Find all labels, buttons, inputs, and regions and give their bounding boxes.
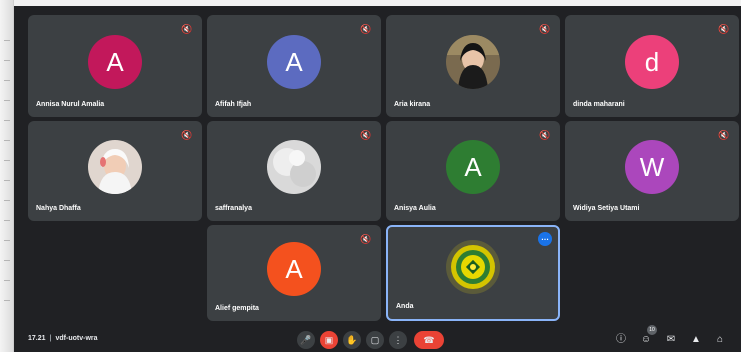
people-count-badge: 10 (647, 325, 657, 335)
participant-tile[interactable]: 🔇 d dinda maharani (565, 15, 739, 117)
page-edge (0, 0, 14, 352)
avatar: A (267, 242, 321, 296)
mic-off-icon: 🔇 (539, 130, 551, 140)
more-options-icon[interactable]: … (538, 232, 552, 246)
present-screen-button[interactable]: ▢ (366, 331, 384, 349)
participant-tile[interactable]: 🔇 A Anisya Aulia (386, 121, 560, 221)
avatar-photo (446, 35, 500, 89)
mic-off-icon: 🔇 (718, 130, 730, 140)
host-controls-icon[interactable]: ⌂ (712, 331, 728, 349)
mic-off-icon: 🔇 (718, 24, 730, 34)
participant-tile[interactable]: 🔇 A Alief gempita (207, 225, 381, 321)
mic-off-icon: 🔇 (181, 24, 193, 34)
raise-hand-button[interactable]: ✋ (343, 331, 361, 349)
mic-toggle-button[interactable]: 🎤 (297, 331, 315, 349)
mic-off-icon: 🔇 (360, 24, 372, 34)
participant-tile[interactable]: 🔇 Nahya Dhaffa (28, 121, 202, 221)
participant-name: Anisya Aulia (394, 205, 436, 212)
participant-name: Anda (396, 303, 414, 310)
self-tile[interactable]: … Anda (386, 225, 560, 321)
avatar-photo (88, 140, 142, 194)
participant-name: Aria kirana (394, 101, 431, 108)
mic-off-icon: 🔇 (181, 130, 193, 140)
avatar: d (625, 35, 679, 89)
participant-grid: 🔇 A Annisa Nurul Amalia 🔇 A Afifah Ifjah… (14, 6, 741, 326)
mic-off-icon: 🔇 (360, 234, 372, 244)
avatar: A (446, 140, 500, 194)
participant-name: dinda maharani (573, 101, 625, 108)
camera-toggle-button[interactable]: ▣ (320, 331, 338, 349)
participant-tile[interactable]: 🔇 W Widiya Setiya Utami (565, 121, 739, 221)
end-call-button[interactable]: ☎ (414, 331, 444, 349)
participant-tile[interactable]: 🔇 saffranalya (207, 121, 381, 221)
activities-icon[interactable]: ▲ (688, 331, 704, 349)
more-options-button[interactable]: ⋮ (389, 331, 407, 349)
meeting-info: 17.21 | vdf-uotv-wra (28, 335, 98, 342)
avatar: A (88, 35, 142, 89)
control-bar: 17.21 | vdf-uotv-wra 🎤 ▣ ✋ ▢ ⋮ ☎ ⓘ ☺ 10 ✉ ▲… (14, 325, 741, 352)
mic-off-icon: 🔇 (539, 24, 551, 34)
participant-name: Alief gempita (215, 305, 259, 312)
avatar-photo (267, 140, 321, 194)
participant-tile[interactable]: 🔇 Aria kirana (386, 15, 560, 117)
participant-name: Widiya Setiya Utami (573, 205, 640, 212)
school-logo (446, 240, 500, 294)
info-icon[interactable]: ⓘ (613, 331, 629, 349)
people-icon[interactable]: ☺ 10 (638, 325, 657, 349)
participant-name: Afifah Ifjah (215, 101, 252, 108)
participant-name: saffranalya (215, 205, 252, 212)
meeting-time: 17.21 (28, 335, 46, 342)
participant-tile[interactable]: 🔇 A Afifah Ifjah (207, 15, 381, 117)
participant-name: Nahya Dhaffa (36, 205, 81, 212)
mic-off-icon: 🔇 (360, 130, 372, 140)
avatar: A (267, 35, 321, 89)
chat-icon[interactable]: ✉ (663, 331, 679, 349)
avatar: W (625, 140, 679, 194)
participant-name: Annisa Nurul Amalia (36, 101, 105, 108)
participant-tile[interactable]: 🔇 A Annisa Nurul Amalia (28, 15, 202, 117)
meet-window: 🔇 A Annisa Nurul Amalia 🔇 A Afifah Ifjah… (14, 6, 741, 352)
meeting-code: vdf-uotv-wra (55, 335, 98, 342)
